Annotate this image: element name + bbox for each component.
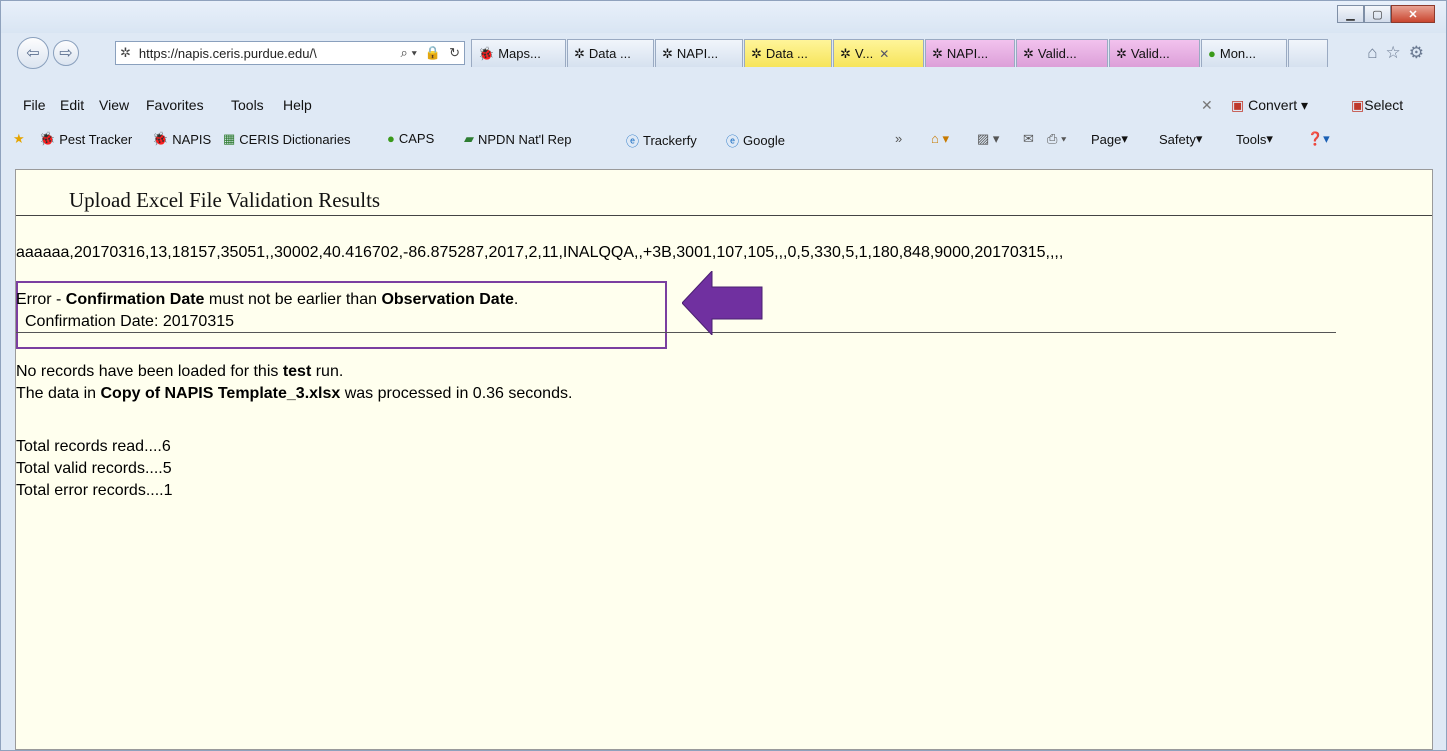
tab-mon[interactable]: ● Mon... <box>1201 39 1287 67</box>
ceris-icon: ✲ <box>840 45 851 61</box>
fav-trackerfy[interactable]: ⓔ Trackerfy <box>626 131 697 150</box>
search-icon[interactable]: ⌕ ▾ <box>397 45 421 61</box>
favorites-star-icon[interactable]: ☆ <box>1386 43 1409 62</box>
leaf-icon: ● <box>387 131 395 146</box>
fav-ceris-dictionaries[interactable]: ▦ CERIS Dictionaries <box>223 131 351 147</box>
total-valid-records: Total valid records....5 <box>16 460 172 477</box>
settings-gear-icon[interactable]: ⚙ <box>1409 43 1432 62</box>
tab-napi-2[interactable]: ✲ NAPI... <box>925 39 1015 67</box>
ceris-icon: ✲ <box>1023 45 1034 61</box>
new-tab-button[interactable] <box>1288 39 1328 67</box>
ladybug-icon: 🐞 <box>478 45 495 61</box>
ceris-dict-icon: ▦ <box>223 131 236 146</box>
home-dropdown[interactable]: ⌂ ▾ <box>931 131 949 147</box>
tab-valid-2[interactable]: ✲ Valid... <box>1109 39 1200 67</box>
tab-maps[interactable]: 🐞 Maps... <box>471 39 566 67</box>
minimize-button[interactable]: ▁ <box>1337 5 1364 23</box>
ceris-icon: ✲ <box>574 45 585 61</box>
page-content: Upload Excel File Validation Results aaa… <box>15 169 1433 750</box>
menu-edit[interactable]: Edit <box>60 97 84 113</box>
convert-menu[interactable]: ▣ Convert ▾ <box>1231 97 1308 114</box>
error-message: Error - Confirmation Date must not be ea… <box>16 291 519 308</box>
fav-pest-tracker[interactable]: 🐞 Pest Tracker <box>39 131 132 147</box>
ceris-icon: ✲ <box>662 45 673 61</box>
feeds-dropdown[interactable]: ▨ ▾ <box>977 131 999 147</box>
total-records-read: Total records read....6 <box>16 438 171 455</box>
lock-icon[interactable]: 🔒 <box>421 45 445 61</box>
close-tab-icon[interactable]: ✕ <box>879 47 889 61</box>
processed-message: The data in Copy of NAPIS Template_3.xls… <box>16 385 573 402</box>
browser-right-icons: ⌂☆⚙ <box>1367 43 1432 63</box>
page-menu[interactable]: Page ▾ <box>1091 131 1128 147</box>
close-toolbar-icon[interactable]: ✕ <box>1201 97 1213 114</box>
menu-view[interactable]: View <box>99 97 129 113</box>
tab-napi-1[interactable]: ✲ NAPI... <box>655 39 743 67</box>
fav-google[interactable]: ⓔ Google <box>726 131 785 150</box>
ceris-icon: ✲ <box>751 45 762 61</box>
back-arrow-icon: ⇦ <box>26 45 40 62</box>
site-favicon-icon: ✲ <box>120 45 131 60</box>
menu-tools[interactable]: Tools <box>231 97 264 113</box>
chevron-more-icon[interactable]: » <box>895 131 902 146</box>
ie-page-icon: ⓔ <box>726 134 740 149</box>
favorites-bar: ★ 🐞 Pest Tracker 🐞 NAPIS ▦ CERIS Dictionari… <box>1 127 1446 153</box>
error-detail: Confirmation Date: 20170315 <box>25 313 235 330</box>
ie-page-icon: ⓔ <box>626 134 640 149</box>
leaf-icon: ● <box>1208 46 1216 61</box>
print-dropdown[interactable]: ⎙ ▾ <box>1047 131 1066 147</box>
address-url[interactable]: https://napis.ceris.purdue.edu/\ <box>135 46 397 61</box>
title-divider <box>16 215 1432 216</box>
ladybug-icon: 🐞 <box>39 131 56 146</box>
select-menu[interactable]: ▣Select <box>1351 97 1403 114</box>
browser-window: ▁ ▢ ✕ ⇦ ⇨ ✲ https://napis.ceris.purdue.e… <box>0 0 1447 751</box>
fav-napis[interactable]: 🐞 NAPIS <box>152 131 211 147</box>
close-button[interactable]: ✕ <box>1391 5 1435 23</box>
tab-valid-1[interactable]: ✲ Valid... <box>1016 39 1108 67</box>
refresh-icon[interactable]: ↻ <box>445 45 464 61</box>
help-dropdown[interactable]: ❓▾ <box>1307 131 1330 147</box>
no-records-message: No records have been loaded for this tes… <box>16 363 344 380</box>
favorites-star-add-icon[interactable]: ★ <box>13 131 25 147</box>
page-title: Upload Excel File Validation Results <box>69 188 381 212</box>
menu-help[interactable]: Help <box>283 97 312 113</box>
address-bar[interactable]: ✲ https://napis.ceris.purdue.edu/\ ⌕ ▾ 🔒… <box>115 41 465 65</box>
mail-icon[interactable]: ✉ <box>1023 131 1034 147</box>
maximize-button[interactable]: ▢ <box>1364 5 1391 23</box>
record-line: aaaaaa,20170316,13,18157,35051,,30002,40… <box>16 244 1064 261</box>
tab-data-2[interactable]: ✲ Data ... <box>744 39 832 67</box>
tools-menu[interactable]: Tools ▾ <box>1236 131 1273 147</box>
navigation-row: ⇦ ⇨ ✲ https://napis.ceris.purdue.edu/\ ⌕… <box>1 37 1446 69</box>
error-divider <box>16 332 1336 333</box>
arrow-annotation-icon <box>682 271 763 335</box>
tab-validation-active[interactable]: ✲ V... ✕ <box>833 39 924 67</box>
ceris-icon: ✲ <box>932 45 943 61</box>
ceris-icon: ✲ <box>1116 45 1127 61</box>
safety-menu[interactable]: Safety ▾ <box>1159 131 1202 147</box>
menu-file[interactable]: File <box>23 97 46 113</box>
pdf-icon: ▣ <box>1231 97 1245 113</box>
title-bar: ▁ ▢ ✕ <box>1 1 1446 33</box>
forward-arrow-icon: ⇨ <box>59 45 73 62</box>
fav-caps[interactable]: ● CAPS <box>387 131 434 146</box>
forward-button[interactable]: ⇨ <box>53 40 79 66</box>
select-pdf-icon: ▣ <box>1351 97 1365 113</box>
ladybug-icon: 🐞 <box>152 131 169 146</box>
menu-bar: File Edit View Favorites Tools Help ✕ ▣ … <box>1 93 1446 117</box>
flag-icon: ▰ <box>464 131 474 146</box>
tab-data-1[interactable]: ✲ Data ... <box>567 39 654 67</box>
window-controls: ▁ ▢ ✕ <box>1337 5 1435 23</box>
menu-favorites[interactable]: Favorites <box>146 97 204 113</box>
total-error-records: Total error records....1 <box>16 482 173 499</box>
fav-npdn[interactable]: ▰ NPDN Nat'l Rep <box>464 131 572 147</box>
back-button[interactable]: ⇦ <box>17 37 49 69</box>
home-icon[interactable]: ⌂ <box>1367 43 1385 62</box>
